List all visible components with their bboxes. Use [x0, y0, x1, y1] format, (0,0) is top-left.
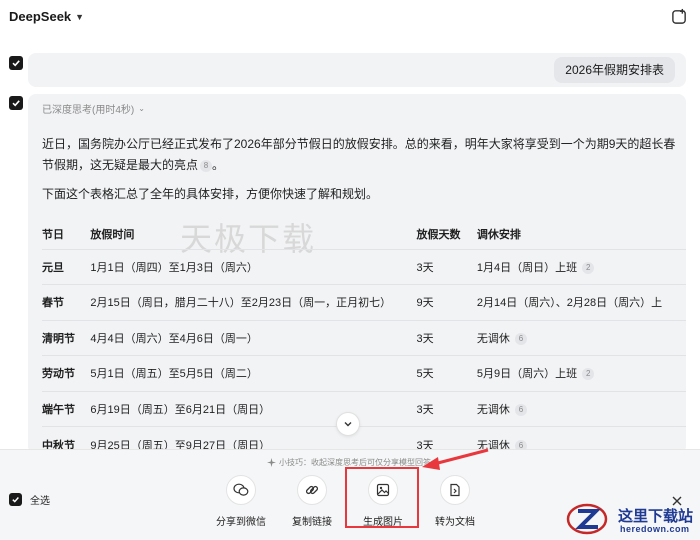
holiday-table: 节日 放假时间 放假天数 调休安排 元旦 1月1日（周四）至1月3日（周六） 3… — [42, 219, 686, 454]
top-header: DeepSeek ▼ — [0, 0, 700, 36]
wechat-icon — [226, 475, 256, 505]
cell-holiday: 清明节 — [42, 319, 91, 356]
model-selector[interactable]: DeepSeek ▼ — [9, 9, 84, 24]
intro-text: 近日，国务院办公厅已经正式发布了2026年部分节假日的放假安排。总的来看，明年大… — [42, 137, 676, 172]
table-row: 春节 2月15日（周日，腊月二十八）至2月23日（周一，正月初七） 9天 2月1… — [42, 284, 686, 320]
share-tip-text: 小技巧：收起深度思考后可仅分享模型回答 — [279, 458, 431, 467]
user-message-row: 2026年假期安排表 — [28, 53, 686, 87]
action-label: 分享到微信 — [216, 517, 266, 528]
select-all-checkbox[interactable]: 全选 — [9, 492, 50, 507]
cell-time: 1月1日（周四）至1月3日（周六） — [90, 248, 417, 285]
cell-holiday: 春节 — [42, 284, 91, 320]
select-user-message-checkbox[interactable] — [9, 56, 23, 70]
link-icon — [297, 475, 327, 505]
check-icon — [12, 60, 20, 67]
table-header-row: 节日 放假时间 放假天数 调休安排 — [42, 219, 686, 249]
intro-end: 。 — [212, 158, 225, 172]
cell-days: 5天 — [416, 355, 477, 391]
col-header-time: 放假时间 — [90, 228, 135, 241]
citation-badge[interactable]: 6 — [514, 332, 527, 345]
deep-think-label: 已深度思考(用时4秒) — [42, 105, 135, 116]
cell-adjust: 1月4日（周日）上班 2 — [476, 248, 686, 285]
check-icon — [9, 493, 22, 506]
scroll-down-button[interactable] — [336, 412, 360, 436]
action-label: 复制链接 — [292, 517, 332, 528]
select-assistant-message-checkbox[interactable] — [9, 96, 23, 110]
image-icon — [368, 475, 398, 505]
action-label: 转为文档 — [435, 517, 475, 528]
assistant-message: 已深度思考(用时4秒) ⌄ 近日，国务院办公厅已经正式发布了2026年部分节假日… — [28, 94, 686, 454]
logo-text-en: heredown.com — [620, 524, 690, 534]
chevron-down-icon: ▼ — [75, 11, 85, 22]
adjust-text: 无调休 — [476, 332, 510, 345]
check-icon — [12, 100, 20, 107]
col-header-days: 放假天数 — [416, 228, 461, 241]
adjust-text: 无调休 — [476, 403, 510, 416]
copy-link-button[interactable]: 复制链接 — [280, 475, 344, 528]
cell-days: 9天 — [416, 284, 477, 320]
z-logo-icon — [566, 503, 608, 535]
cell-days: 3天 — [416, 248, 477, 285]
cell-adjust: 无调休 6 — [476, 390, 686, 427]
select-all-label: 全选 — [30, 496, 50, 507]
cell-holiday: 劳动节 — [42, 355, 91, 391]
user-message-bubble: 2026年假期安排表 — [554, 57, 675, 83]
col-header-adjust: 调休安排 — [476, 228, 521, 241]
chevron-down-icon: ⌄ — [138, 104, 145, 113]
summary-paragraph: 下面这个表格汇总了全年的具体安排，方便你快速了解和规划。 — [42, 187, 379, 201]
action-label: 生成图片 — [363, 517, 403, 528]
document-icon — [440, 475, 470, 505]
adjust-text: 5月9日（周六）上班 — [476, 368, 578, 381]
cell-holiday: 元旦 — [42, 248, 91, 285]
cell-adjust: 2月14日（周六）、2月28日（周六）上 — [476, 284, 686, 320]
cell-time: 6月19日（周五）至6月21日（周日） — [90, 390, 417, 427]
table-row: 劳动节 5月1日（周五）至5月5日（周二） 5天 5月9日（周六）上班 2 — [42, 355, 686, 391]
cell-days: 3天 — [416, 390, 477, 427]
share-tip: 小技巧：收起深度思考后可仅分享模型回答 — [267, 457, 431, 468]
citation-badge[interactable]: 6 — [514, 403, 527, 416]
logo-text-cn: 这里下载站 — [618, 507, 694, 525]
cell-time: 5月1日（周五）至5月5日（周二） — [90, 355, 417, 391]
convert-to-doc-button[interactable]: 转为文档 — [423, 475, 487, 528]
cell-time: 4月4日（周六）至4月6日（周一） — [90, 319, 417, 356]
share-wechat-button[interactable]: 分享到微信 — [209, 475, 273, 528]
app-name: DeepSeek — [9, 9, 72, 24]
chevron-down-icon — [344, 422, 352, 427]
cell-days: 3天 — [416, 319, 477, 356]
site-logo: 这里下载站 heredown.com — [566, 500, 698, 538]
col-header-holiday: 节日 — [42, 228, 64, 241]
citation-badge[interactable]: 8 — [200, 159, 213, 172]
cell-holiday: 端午节 — [42, 390, 91, 427]
table-row: 元旦 1月1日（周四）至1月3日（周六） 3天 1月4日（周日）上班 2 — [42, 248, 686, 285]
new-chat-icon[interactable] — [671, 8, 688, 25]
table-row: 端午节 6月19日（周五）至6月21日（周日） 3天 无调休 6 — [42, 390, 686, 427]
sparkle-icon — [267, 458, 276, 467]
cell-adjust: 无调休 6 — [476, 319, 686, 356]
citation-badge[interactable]: 2 — [582, 368, 595, 381]
deep-think-toggle[interactable]: 已深度思考(用时4秒) ⌄ — [42, 101, 145, 116]
generate-image-button[interactable]: 生成图片 — [351, 475, 415, 528]
citation-badge[interactable]: 2 — [582, 261, 595, 274]
cell-adjust: 5月9日（周六）上班 2 — [476, 355, 686, 391]
cell-time: 2月15日（周日，腊月二十八）至2月23日（周一，正月初七） — [90, 284, 417, 320]
intro-paragraph: 近日，国务院办公厅已经正式发布了2026年部分节假日的放假安排。总的来看，明年大… — [42, 134, 682, 176]
table-row: 清明节 4月4日（周六）至4月6日（周一） 3天 无调休 6 — [42, 319, 686, 356]
adjust-text: 1月4日（周日）上班 — [476, 261, 578, 274]
